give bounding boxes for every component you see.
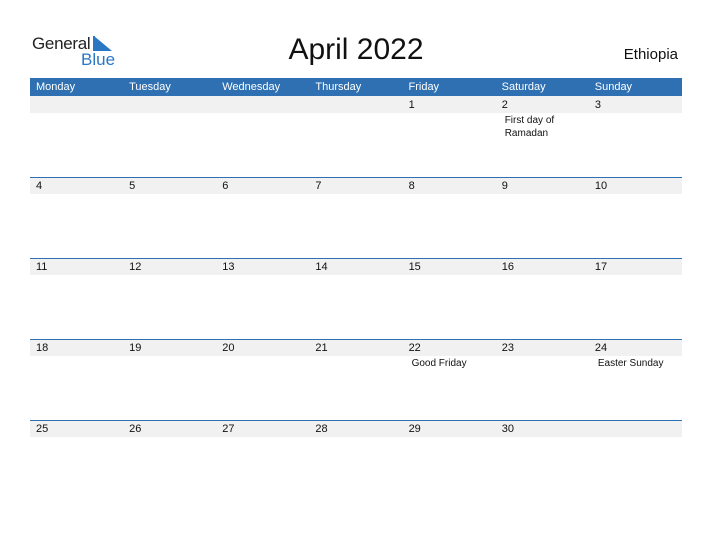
day-cell: 4: [30, 177, 123, 258]
day-number: 24: [594, 342, 608, 354]
weekday-thursday: Thursday: [315, 81, 362, 93]
day-number: 1: [408, 99, 415, 111]
day-cell: 9: [496, 177, 589, 258]
day-number: 25: [36, 423, 49, 435]
weekday-monday: Monday: [36, 81, 76, 93]
day-number: 8: [408, 180, 415, 192]
day-cell: 29: [403, 420, 496, 501]
day-cell: 22 Good Friday: [403, 339, 496, 420]
day-number: 7: [315, 180, 322, 192]
day-cell: 21: [309, 339, 402, 420]
day-cell: [30, 96, 123, 177]
day-cell: 5: [123, 177, 216, 258]
country-label: Ethiopia: [623, 46, 678, 63]
day-cell: [123, 96, 216, 177]
day-number: 22: [408, 342, 421, 354]
holiday-label: Good Friday: [411, 358, 467, 369]
day-number: 11: [36, 261, 48, 273]
day-number: 14: [315, 261, 328, 273]
day-cell: [216, 96, 309, 177]
day-number: 2: [501, 99, 508, 111]
day-number: 17: [594, 261, 608, 273]
day-number: 27: [222, 423, 235, 435]
day-number: 26: [129, 423, 142, 435]
weekday-header: Monday Tuesday Wednesday Thursday Friday Satu…: [30, 78, 682, 96]
day-cell: 16: [496, 258, 589, 339]
day-cell: 3: [589, 96, 682, 177]
weekday-friday: Friday: [408, 81, 440, 93]
day-cell: 8: [403, 177, 496, 258]
day-cell: 17: [589, 258, 682, 339]
week-row: 11 12 13 14 15 16 17: [30, 258, 682, 339]
week-row: 18 19 20 21 22 Good Friday 23 24 Easter Sunday: [30, 339, 682, 420]
day-cell: 7: [309, 177, 402, 258]
day-number: 13: [222, 261, 235, 273]
day-number: 18: [36, 342, 49, 354]
calendar-title: April 2022: [288, 33, 424, 66]
day-cell: 25: [30, 420, 123, 501]
day-cell: 13: [216, 258, 309, 339]
day-number: 30: [501, 423, 514, 435]
day-cell: 10: [589, 177, 682, 258]
week-row: 25 26 27 28 29 30: [30, 420, 682, 501]
day-number: 10: [594, 180, 608, 192]
day-number: 21: [315, 342, 328, 354]
holiday-label: Easter Sunday: [597, 358, 664, 369]
day-cell: 27: [216, 420, 309, 501]
day-cell: 28: [309, 420, 402, 501]
weekday-wednesday: Wednesday: [222, 81, 281, 93]
day-cell: 26: [123, 420, 216, 501]
day-cell: 23: [496, 339, 589, 420]
day-cell: 11: [30, 258, 123, 339]
day-number: 20: [222, 342, 235, 354]
day-cell: [309, 96, 402, 177]
day-number: 29: [408, 423, 421, 435]
day-number: 12: [129, 261, 142, 273]
week-row: 4 5 6 7 8 9 10: [30, 177, 682, 258]
weekday-saturday: Saturday: [501, 81, 546, 93]
weekday-tuesday: Tuesday: [129, 81, 171, 93]
day-cell: 19: [123, 339, 216, 420]
day-number: 19: [129, 342, 142, 354]
day-number: 5: [129, 180, 136, 192]
day-number: 15: [408, 261, 421, 273]
day-cell: 2 First day of Ramadan: [496, 96, 589, 177]
week-row: 1 2 First day of Ramadan 3: [30, 96, 682, 177]
day-cell: 12: [123, 258, 216, 339]
day-cell: [589, 420, 682, 501]
day-number: 4: [36, 180, 43, 192]
day-cell: 6: [216, 177, 309, 258]
holiday-label: First day of Ramadan: [504, 115, 555, 139]
day-cell: 24 Easter Sunday: [589, 339, 682, 420]
day-cell: 18: [30, 339, 123, 420]
day-number: 9: [501, 180, 508, 192]
day-number: 16: [501, 261, 514, 273]
day-number: 6: [222, 180, 229, 192]
day-number: 23: [501, 342, 514, 354]
day-number: 3: [594, 99, 601, 111]
day-cell: 1: [403, 96, 496, 177]
day-cell: 15: [403, 258, 496, 339]
day-cell: 30: [496, 420, 589, 501]
day-cell: 14: [309, 258, 402, 339]
day-cell: 20: [216, 339, 309, 420]
weekday-sunday: Sunday: [594, 81, 633, 93]
day-number: 28: [315, 423, 328, 435]
